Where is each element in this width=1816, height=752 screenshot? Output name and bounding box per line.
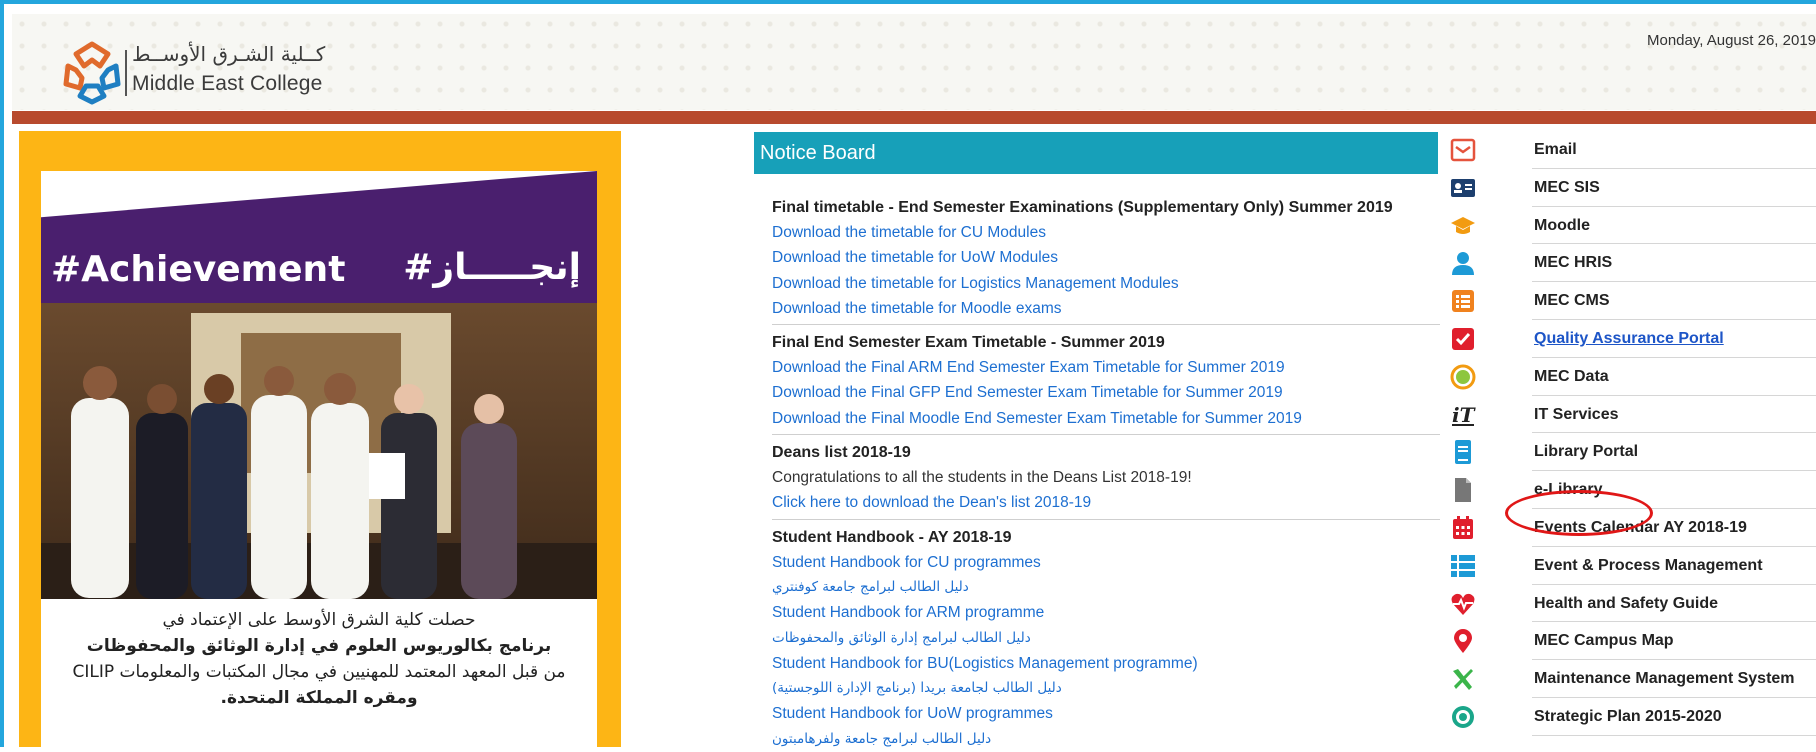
quick-link-label[interactable]: Strategic Plan 2015-2020	[1534, 698, 1722, 736]
notice-section-heading: Final End Semester Exam Timetable - Summ…	[772, 334, 1165, 352]
notice-section-heading: Deans list 2018-19	[772, 444, 911, 462]
quick-link-label[interactable]: MEC Campus Map	[1534, 622, 1674, 660]
svg-text:iT: iT	[1452, 403, 1476, 427]
banner-line-2: برنامج بكالوريوس العلوم في إدارة الوثائق…	[86, 636, 552, 656]
notice-link[interactable]: Download the timetable for Logistics Man…	[772, 271, 1438, 296]
graduation-cap-icon[interactable]	[1450, 213, 1476, 239]
notice-link[interactable]: دليل الطالب لبرامج إدارة الوثائق والمحفو…	[772, 626, 1438, 651]
college-logo-icon[interactable]	[56, 36, 128, 108]
quick-link-row[interactable]: Moodle	[1448, 207, 1816, 245]
banner-card: #Achievement #إنجـــــاز حصلت كلية الشرق…	[41, 171, 597, 747]
quick-link-row[interactable]: Email	[1448, 131, 1816, 169]
site-header: كــلية الشـرق الأوســط Middle East Colle…	[12, 14, 1816, 110]
quick-link-row[interactable]: iT IT Services	[1448, 396, 1816, 434]
notice-section-text: Congratulations to all the students in t…	[772, 469, 1192, 487]
quick-link-row[interactable]: MEC SIS	[1448, 169, 1816, 207]
id-card-icon[interactable]	[1450, 175, 1476, 201]
current-date: Monday, August 26, 2019	[1646, 32, 1816, 49]
quick-link-row[interactable]: MEC HRIS	[1448, 244, 1816, 283]
quick-link-label[interactable]: MEC HRIS	[1534, 244, 1612, 282]
notice-board: Notice Board Final timetable - End Semes…	[754, 132, 1440, 747]
quick-link-label[interactable]: Moodle	[1534, 207, 1590, 245]
check-square-icon[interactable]	[1450, 326, 1476, 352]
notice-link[interactable]: Download the timetable for Moodle exams	[772, 296, 1438, 321]
notice-link[interactable]: Download the timetable for UoW Modules	[772, 245, 1438, 270]
quick-link-row[interactable]: Library Portal	[1448, 433, 1816, 472]
achievement-banner[interactable]: #Achievement #إنجـــــاز حصلت كلية الشرق…	[19, 131, 621, 747]
quick-link-row[interactable]: Quality Assurance Portal	[1448, 320, 1816, 358]
notice-link[interactable]: Student Handbook for BU(Logistics Manage…	[772, 651, 1438, 676]
notice-link[interactable]: Download the Final ARM End Semester Exam…	[772, 355, 1438, 380]
notice-link[interactable]: دليل الطالب لبرامج جامعة كوفنتري	[772, 575, 1438, 600]
quick-link-label[interactable]: Library Portal	[1534, 433, 1638, 471]
quick-link-label[interactable]: Health and Safety Guide	[1534, 585, 1718, 623]
quick-links-panel: Email MEC SIS Moodle MEC HRIS MEC CMS Quality…	[1448, 131, 1816, 736]
quick-link-label[interactable]: Quality Assurance Portal	[1534, 320, 1724, 358]
notice-link[interactable]: Download the Final Moodle End Semester E…	[772, 406, 1438, 431]
banner-announcement: حصلت كلية الشرق الأوسط على الإعتماد في ب…	[41, 607, 597, 711]
book-icon[interactable]	[1450, 439, 1476, 465]
notice-link[interactable]: Download the Final GFP End Semester Exam…	[772, 380, 1438, 405]
envelope-icon[interactable]	[1450, 137, 1476, 163]
map-marker-icon[interactable]	[1450, 628, 1476, 654]
banner-hashtag-english: #Achievement	[51, 249, 346, 290]
tools-icon[interactable]	[1450, 666, 1476, 692]
banner-line-1: حصلت كلية الشرق الأوسط على الإعتماد في	[162, 610, 476, 630]
notice-board-title: Notice Board	[754, 132, 1438, 174]
quick-link-label[interactable]: IT Services	[1534, 396, 1619, 434]
section-divider	[772, 324, 1440, 326]
quick-link-row[interactable]: MEC CMS	[1448, 282, 1816, 320]
notice-section-heading: Student Handbook - AY 2018-19	[772, 528, 1012, 546]
calendar-icon[interactable]	[1450, 515, 1476, 541]
notice-link[interactable]: Student Handbook for ARM programme	[772, 600, 1438, 625]
task-list-icon[interactable]	[1450, 553, 1476, 579]
quick-link-row[interactable]: MEC Data	[1448, 358, 1816, 396]
target-icon[interactable]	[1450, 704, 1476, 730]
list-icon[interactable]	[1450, 288, 1476, 314]
notice-link[interactable]: Download the timetable for CU Modules	[772, 220, 1438, 245]
quick-link-row[interactable]: Event & Process Management	[1448, 547, 1816, 585]
header-accent-bar	[12, 111, 1816, 124]
quick-link-row[interactable]: Health and Safety Guide	[1448, 585, 1816, 623]
notice-link[interactable]: دليل الطالب لبرامج جامعة ولفرهامبتون	[772, 727, 1438, 752]
award-ceremony-photo	[41, 303, 597, 599]
quick-link-label[interactable]: Event & Process Management	[1534, 547, 1763, 585]
circle-target-icon[interactable]	[1450, 364, 1476, 390]
banner-line-4: ومقره المملكة المتحدة.	[220, 688, 418, 708]
quick-link-label[interactable]: MEC SIS	[1534, 169, 1600, 207]
notice-link[interactable]: Student Handbook for UoW programmes	[772, 701, 1438, 726]
quick-link-label[interactable]: MEC CMS	[1534, 282, 1610, 320]
quick-link-label[interactable]: MEC Data	[1534, 358, 1609, 396]
section-divider	[772, 434, 1440, 436]
notice-board-content: Final timetable - End Semester Examinati…	[772, 190, 1440, 752]
quick-link-label[interactable]: Maintenance Management System	[1534, 660, 1795, 698]
it-logo-icon[interactable]: iT	[1450, 402, 1477, 428]
highlight-circle-annotation	[1505, 490, 1653, 536]
quick-link-label[interactable]: Email	[1534, 131, 1577, 169]
quick-link-row[interactable]: Strategic Plan 2015-2020	[1448, 698, 1816, 736]
heartbeat-icon[interactable]	[1450, 591, 1476, 617]
logo-english-name: Middle East College	[132, 72, 323, 95]
section-divider	[772, 518, 1440, 520]
row-divider	[1532, 734, 1816, 736]
logo-divider	[125, 50, 127, 96]
notice-link[interactable]: (دليل الطالب لجامعة بريدا (برنامج الإدار…	[772, 676, 1438, 701]
quick-link-row[interactable]: MEC Campus Map	[1448, 622, 1816, 661]
notice-link[interactable]: Student Handbook for CU programmes	[772, 550, 1438, 575]
banner-hashtag-arabic: #إنجـــــاز	[403, 247, 581, 288]
user-icon[interactable]	[1450, 250, 1476, 276]
notice-section-heading: Final timetable - End Semester Examinati…	[772, 199, 1393, 216]
quick-link-row[interactable]: Maintenance Management System	[1448, 660, 1816, 698]
notice-link[interactable]: Click here to download the Dean's list 2…	[772, 490, 1438, 515]
file-icon[interactable]	[1450, 477, 1476, 503]
banner-line-3: من قبل المعهد المعتمد للمهنيين في مجال ا…	[72, 662, 566, 682]
logo-arabic-name: كــلية الشـرق الأوســط	[132, 42, 326, 66]
